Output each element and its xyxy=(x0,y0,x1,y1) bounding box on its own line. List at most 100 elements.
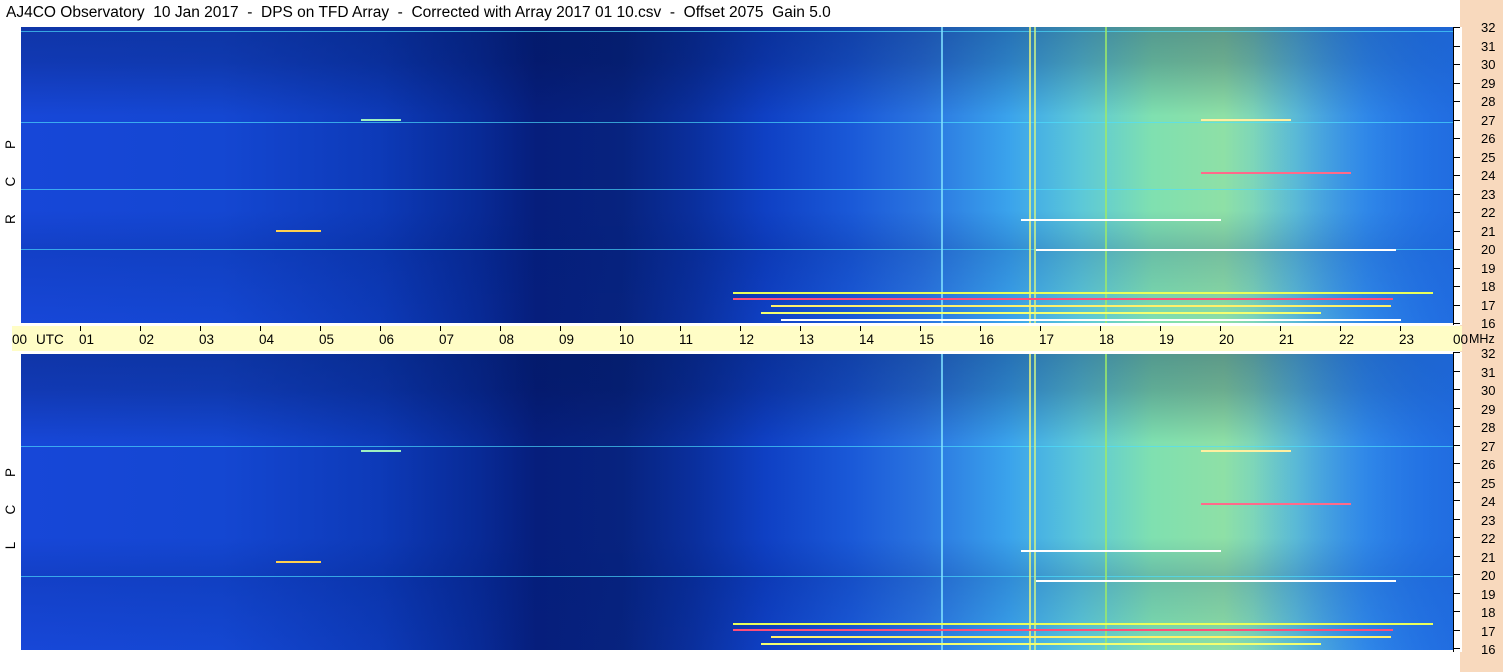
rcp-frequency-axis xyxy=(1453,27,1462,325)
signal-streak xyxy=(733,629,1393,631)
frequency-label: 19 xyxy=(1481,260,1496,276)
signal-streak xyxy=(1201,172,1351,174)
frequency-label: 26 xyxy=(1481,131,1496,146)
signal-streak xyxy=(1201,119,1291,121)
frequency-tick xyxy=(1454,249,1460,250)
signal-streak xyxy=(1201,450,1291,452)
hour-label: 15 xyxy=(919,332,935,347)
utc-time-axis: 00 UTC 00 MHz 01 02 03 04 05 06 07 08 09 10 11 12 13… xyxy=(12,326,1495,351)
hour-tick xyxy=(1400,326,1401,331)
frequency-tick xyxy=(1454,407,1460,409)
hour-tick xyxy=(740,326,741,331)
lcp-label: L C P xyxy=(3,456,18,550)
frequency-tick xyxy=(1454,463,1460,464)
interference-line xyxy=(21,189,1453,190)
hour-tick xyxy=(1040,326,1041,331)
time-start-label: 00 xyxy=(12,332,28,347)
mhz-unit-label: MHz xyxy=(1469,332,1495,346)
signal-streak xyxy=(733,298,1393,300)
hour-label: 21 xyxy=(1279,332,1295,347)
interference-line xyxy=(21,31,1453,32)
lcp-frequency-axis xyxy=(1453,352,1462,652)
frequency-label: 16 xyxy=(1481,316,1496,331)
frequency-tick xyxy=(1454,629,1460,631)
hour-label: 04 xyxy=(259,332,275,347)
hour-label: 05 xyxy=(319,332,335,347)
signal-column xyxy=(941,354,943,650)
hour-tick xyxy=(860,326,861,331)
frequency-label: 22 xyxy=(1481,531,1496,546)
frequency-tick xyxy=(1454,304,1460,306)
hour-label: 07 xyxy=(439,332,455,347)
hour-tick xyxy=(560,326,561,331)
hour-label: 20 xyxy=(1219,332,1235,347)
frequency-tick xyxy=(1454,537,1460,538)
frequency-tick xyxy=(1454,212,1460,213)
frequency-label: 32 xyxy=(1481,20,1496,35)
signal-streak xyxy=(781,319,1401,321)
frequency-label: 18 xyxy=(1481,279,1496,294)
hour-tick xyxy=(500,326,501,331)
signal-streak xyxy=(276,230,321,232)
frequency-label: 31 xyxy=(1481,38,1496,54)
hour-label: 09 xyxy=(559,332,575,347)
frequency-label: 27 xyxy=(1481,438,1496,454)
frequency-label: 24 xyxy=(1481,494,1496,509)
signal-column xyxy=(1105,27,1107,323)
rcp-spectrogram xyxy=(21,27,1453,323)
signal-streak xyxy=(733,623,1433,625)
signal-streak xyxy=(1036,580,1396,582)
signal-streak xyxy=(1036,249,1396,251)
hour-label: 14 xyxy=(859,332,875,347)
frequency-label: 24 xyxy=(1481,168,1496,183)
hour-tick xyxy=(1280,326,1281,331)
signal-streak xyxy=(771,305,1391,307)
frequency-label: 16 xyxy=(1481,642,1496,657)
frequency-label: 22 xyxy=(1481,205,1496,220)
interference-line xyxy=(21,576,1453,577)
frequency-label: 21 xyxy=(1481,549,1496,565)
frequency-label: 23 xyxy=(1481,512,1496,528)
frequency-tick xyxy=(1454,370,1460,372)
frequency-tick xyxy=(1454,500,1460,501)
frequency-tick xyxy=(1454,156,1460,158)
hour-tick xyxy=(1220,326,1221,331)
frequency-label: 26 xyxy=(1481,457,1496,472)
frequency-tick xyxy=(1454,119,1460,121)
hour-label: 23 xyxy=(1399,332,1415,347)
frequency-tick xyxy=(1454,444,1460,446)
lcp-spectrogram xyxy=(21,354,1453,650)
hour-label: 12 xyxy=(739,332,755,347)
signal-streak xyxy=(761,312,1321,314)
hour-tick xyxy=(320,326,321,331)
signal-column xyxy=(1029,27,1031,323)
signal-streak xyxy=(1201,503,1351,505)
hour-label: 11 xyxy=(679,332,694,347)
hour-tick xyxy=(140,326,141,331)
frequency-label: 17 xyxy=(1481,297,1496,313)
utc-label: UTC xyxy=(36,332,64,347)
hour-label: 16 xyxy=(979,332,995,347)
signal-streak xyxy=(361,119,401,121)
hour-label: 18 xyxy=(1099,332,1115,347)
hour-tick xyxy=(800,326,801,331)
frequency-label: 27 xyxy=(1481,112,1496,128)
hour-label: 02 xyxy=(139,332,155,347)
interference-line xyxy=(21,446,1453,447)
signal-streak xyxy=(1021,550,1221,552)
frequency-tick xyxy=(1454,611,1460,612)
hour-label: 13 xyxy=(799,332,815,347)
frequency-tick xyxy=(1454,82,1460,84)
frequency-tick xyxy=(1454,64,1460,65)
frequency-tick xyxy=(1454,352,1460,353)
hour-tick xyxy=(440,326,441,331)
frequency-label: 29 xyxy=(1481,75,1496,91)
hour-label: 03 xyxy=(199,332,215,347)
frequency-label: 19 xyxy=(1481,586,1496,602)
frequency-tick xyxy=(1454,138,1460,139)
hour-tick xyxy=(380,326,381,331)
frequency-label: 28 xyxy=(1481,420,1496,435)
frequency-tick xyxy=(1454,592,1460,594)
frequency-tick xyxy=(1454,389,1460,390)
signal-streak xyxy=(733,292,1433,294)
